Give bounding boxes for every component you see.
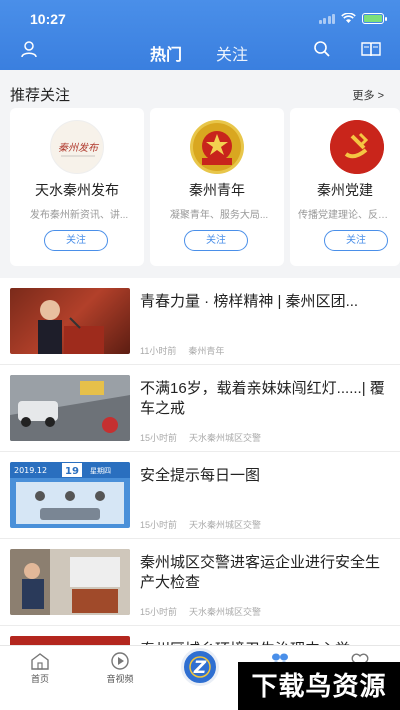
list-item[interactable]: 不满16岁，载着亲妹妹闯红灯......| 覆车之戒 15小时前 天水秦州城区交警 bbox=[0, 365, 400, 452]
article-time: 15小时前 bbox=[140, 433, 178, 443]
article-meta: 15小时前 天水秦州城区交警 bbox=[140, 605, 261, 618]
tab-home[interactable]: 首页 bbox=[10, 652, 70, 685]
logo-text: 秦州发布 bbox=[58, 142, 100, 154]
tab-hot[interactable]: 热门 bbox=[150, 41, 183, 72]
article-meta: 15小时前 天水秦州城区交警 bbox=[140, 431, 261, 444]
article-time: 11小时前 bbox=[140, 346, 177, 356]
thumb-date: 2019.12 bbox=[14, 466, 47, 475]
tab-follow[interactable]: 关注 bbox=[216, 41, 248, 65]
home-icon bbox=[31, 653, 49, 670]
article-time: 15小时前 bbox=[140, 607, 178, 617]
card-desc: 发布秦州新资讯、讲... bbox=[29, 210, 129, 221]
card-desc: 传播党建理论、反映... bbox=[298, 210, 396, 221]
status-icons bbox=[318, 13, 387, 24]
signal-icon bbox=[318, 13, 335, 24]
card-name: 秦州青年 bbox=[189, 182, 245, 198]
more-link[interactable]: 更多 > bbox=[353, 87, 384, 103]
follow-button[interactable]: 关注 bbox=[44, 230, 108, 251]
thumb-day: 19 bbox=[65, 466, 79, 477]
recommend-card[interactable]: 秦州发布 天水秦州发布 发布秦州新资讯、讲... 关注 bbox=[10, 108, 144, 266]
recommend-card[interactable]: 秦州青年 凝聚青年、服务大局... 关注 bbox=[150, 108, 284, 266]
tab-label: 首页 bbox=[30, 674, 49, 684]
channel-logo bbox=[330, 120, 384, 174]
recommend-section: 推荐关注 更多 > 秦州发布 天水秦州发布 发布秦州新资讯、讲... 关注 秦州… bbox=[0, 70, 400, 278]
recommend-card[interactable]: 秦州党建 传播党建理论、反映... 关注 bbox=[290, 108, 400, 266]
article-source: 天水秦州城区交警 bbox=[189, 433, 262, 443]
wifi-icon bbox=[341, 13, 356, 23]
channel-logo bbox=[190, 120, 244, 174]
article-source: 秦州青年 bbox=[188, 346, 225, 356]
card-name: 天水秦州发布 bbox=[35, 182, 119, 198]
list-item[interactable]: 秦州城区交警进客运企业进行安全生产大检查 15小时前 天水秦州城区交警 bbox=[0, 539, 400, 626]
status-time: 10:27 bbox=[30, 11, 66, 27]
channel-logo: 秦州发布 bbox=[50, 120, 104, 174]
article-title: 安全提示每日一图 bbox=[140, 467, 261, 484]
article-thumbnail bbox=[10, 288, 130, 354]
top-nav: 热门 关注 bbox=[0, 38, 400, 72]
watermark-badge: 下载鸟资源 bbox=[238, 662, 400, 710]
list-item[interactable]: 2019.12 19 星期四 安全提示每日一图 15小时前 天水秦州城区交警 bbox=[0, 452, 400, 539]
article-title: 不满16岁，载着亲妹妹闯红灯......| 覆车之戒 bbox=[140, 380, 385, 417]
article-thumbnail: 2019.12 19 星期四 bbox=[10, 462, 130, 528]
article-title: 秦州城区交警进客运企业进行安全生产大检查 bbox=[140, 554, 381, 591]
article-source: 天水秦州城区交警 bbox=[189, 520, 262, 530]
article-list: 青春力量 · 榜样精神 | 秦州区团... 11小时前 秦州青年 不满16岁，载着… bbox=[0, 278, 400, 648]
article-time: 15小时前 bbox=[140, 520, 178, 530]
card-desc: 凝聚青年、服务大局... bbox=[169, 210, 269, 221]
article-meta: 15小时前 天水秦州城区交警 bbox=[140, 518, 261, 531]
book-icon[interactable] bbox=[361, 40, 381, 58]
user-icon[interactable] bbox=[20, 40, 38, 58]
section-title: 推荐关注 bbox=[10, 87, 71, 104]
article-thumbnail bbox=[10, 375, 130, 441]
center-logo-icon[interactable]: Z bbox=[181, 648, 219, 686]
play-icon bbox=[111, 652, 129, 670]
card-name: 秦州党建 bbox=[317, 182, 373, 198]
thumb-weekday: 星期四 bbox=[90, 467, 111, 475]
tab-label: 音视频 bbox=[106, 674, 134, 684]
tab-media[interactable]: 音视频 bbox=[90, 652, 150, 685]
follow-button[interactable]: 关注 bbox=[184, 230, 248, 251]
article-source: 天水秦州城区交警 bbox=[189, 607, 262, 617]
article-meta: 11小时前 秦州青年 bbox=[140, 344, 224, 357]
search-icon[interactable] bbox=[313, 40, 331, 58]
battery-icon bbox=[362, 13, 387, 24]
status-bar: 10:27 bbox=[0, 10, 400, 30]
app-header: 10:27 热门 关注 bbox=[0, 0, 400, 72]
article-thumbnail bbox=[10, 549, 130, 615]
list-item[interactable]: 青春力量 · 榜样精神 | 秦州区团... 11小时前 秦州青年 bbox=[0, 278, 400, 365]
follow-button[interactable]: 关注 bbox=[324, 230, 388, 251]
article-title: 青春力量 · 榜样精神 | 秦州区团... bbox=[140, 293, 359, 310]
